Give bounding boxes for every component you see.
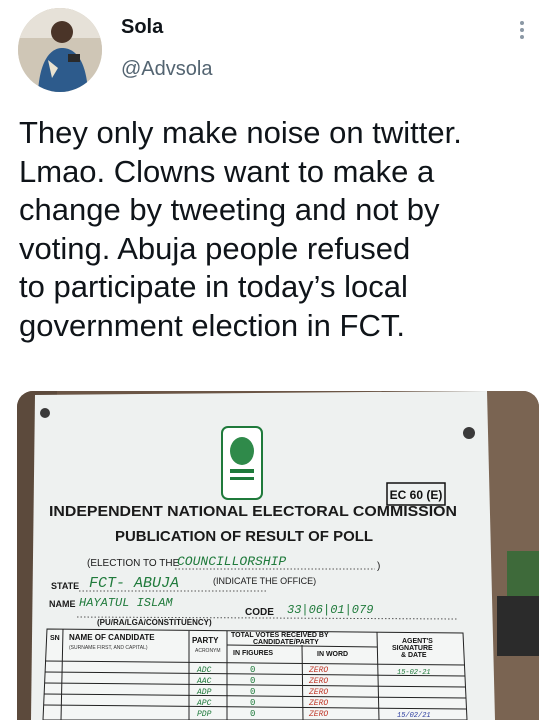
col-votes: TOTAL VOTES RECEIVED BY (231, 632, 329, 639)
avatar-image (18, 8, 102, 92)
row-party: ADC (196, 666, 212, 675)
col-party: PARTY (192, 636, 219, 645)
election-label: (ELECTION TO THE (87, 558, 180, 569)
code-label: CODE (245, 607, 274, 618)
tweet-header: Sola @Advsola (0, 0, 547, 100)
results-table: SN NAME OF CANDIDATE (SURNAME FIRST, AND… (42, 628, 468, 720)
col-votes-2: CANDIDATE/PARTY (253, 639, 319, 646)
name-label: NAME (49, 599, 76, 609)
row-word: ZERO (308, 688, 328, 697)
constituency-label: (PU/RA/LGA/CONSTITUENCY) (97, 618, 212, 627)
col-agent: AGENT'S (402, 638, 433, 645)
election-close: ) (377, 561, 380, 572)
col-candidate-sub: (SURNAME FIRST, AND CAPITAL) (69, 645, 148, 651)
col-words: IN WORD (317, 651, 348, 658)
form-code: EC 60 (E) (390, 488, 443, 502)
code-value: 33|06|01|079 (287, 603, 373, 617)
row-sign: 15-02-21 (397, 669, 431, 677)
col-sn: SN (50, 635, 60, 642)
row-party: APC (196, 699, 212, 708)
col-party-sub: ACRONYM (195, 648, 221, 654)
row-figure: 0 (250, 687, 255, 697)
row-word: ZERO (308, 710, 328, 719)
col-candidate: NAME OF CANDIDATE (69, 633, 155, 642)
avatar[interactable] (18, 8, 102, 92)
state-value: FCT- ABUJA (89, 575, 179, 592)
row-party: AAC (196, 677, 212, 686)
tweet-photo[interactable]: EC 60 (E) INDEPENDENT NATIONAL ELECTORAL… (17, 391, 539, 720)
row-party: ADP (196, 688, 212, 697)
row-sign: 15/02/21 (397, 712, 431, 720)
display-name[interactable]: Sola (121, 16, 163, 39)
row-word: ZERO (308, 677, 328, 686)
indicate-office: (INDICATE THE OFFICE) (213, 576, 316, 586)
col-agent-2: SIGNATURE (392, 645, 433, 652)
name-value: HAYATUL ISLAM (79, 596, 173, 610)
row-figure: 0 (250, 676, 255, 686)
sheet-subheading: PUBLICATION OF RESULT OF POLL (115, 528, 373, 545)
col-figures: IN FIGURES (233, 650, 273, 657)
row-word: ZERO (308, 699, 328, 708)
state-label: STATE (51, 581, 79, 591)
row-figure: 0 (250, 709, 255, 719)
row-word: ZERO (308, 666, 328, 675)
more-options-icon[interactable] (512, 18, 532, 48)
election-value: COUNCILLORSHIP (177, 554, 286, 569)
row-party: PDP (197, 710, 212, 719)
result-sheet-photo: EC 60 (E) INDEPENDENT NATIONAL ELECTORAL… (17, 391, 539, 720)
user-handle[interactable]: @Advsola (121, 58, 212, 81)
row-figure: 0 (250, 698, 255, 708)
col-agent-3: & DATE (401, 652, 427, 659)
sheet-heading: INDEPENDENT NATIONAL ELECTORAL COMMISSIO… (49, 504, 457, 520)
tweet-text: They only make noise on twitter. Lmao. C… (19, 115, 462, 343)
row-figure: 0 (250, 665, 255, 675)
